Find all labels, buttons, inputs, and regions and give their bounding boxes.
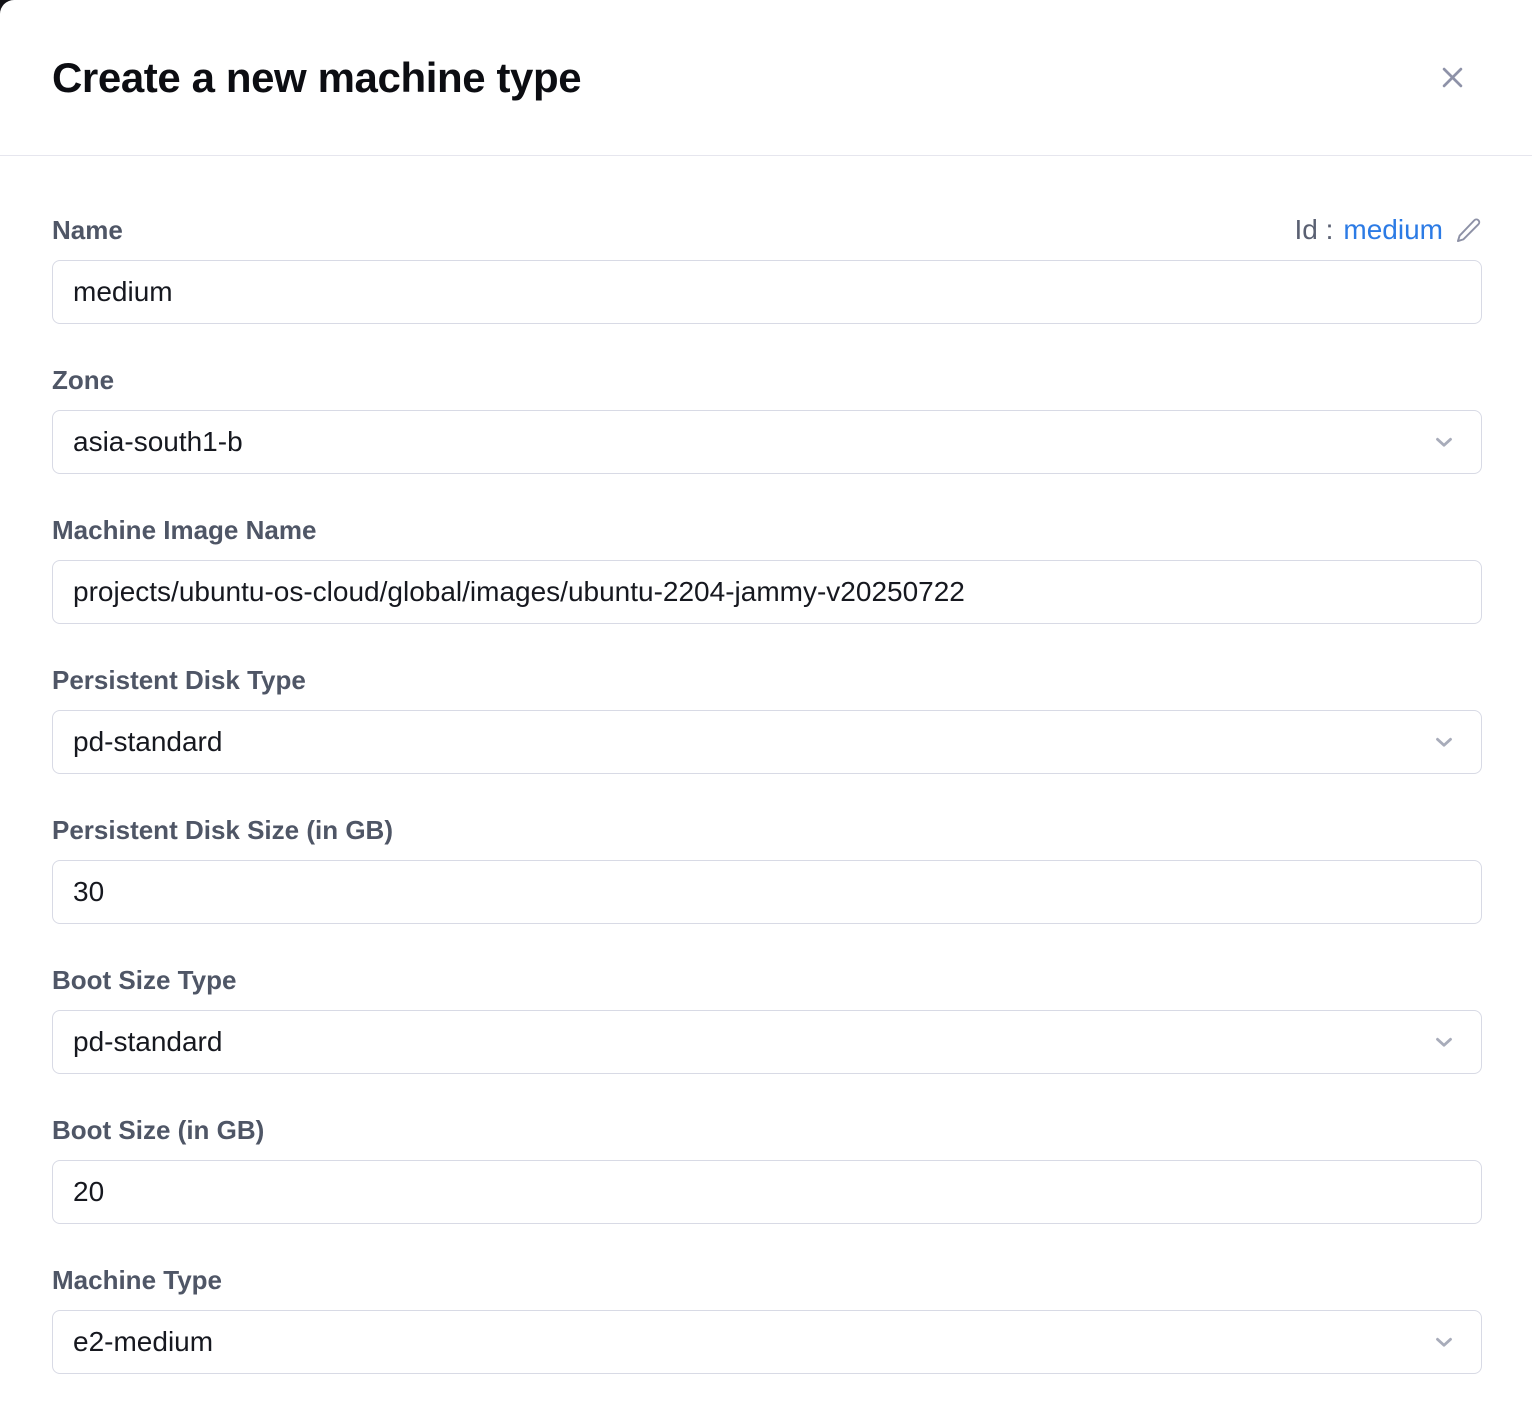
persistent-disk-type-label: Persistent Disk Type — [52, 665, 1482, 696]
field-group-machine-type: Machine Type e2-medium — [52, 1265, 1482, 1374]
zone-select[interactable]: asia-south1-b — [52, 410, 1482, 474]
boot-size-input[interactable] — [52, 1160, 1482, 1224]
field-group-name: Name Id : medium — [52, 214, 1482, 324]
field-group-zone: Zone asia-south1-b — [52, 365, 1482, 474]
boot-size-type-value: pd-standard — [73, 1026, 222, 1058]
field-group-machine-image-name: Machine Image Name — [52, 515, 1482, 624]
name-label: Name — [52, 215, 123, 246]
persistent-disk-type-select[interactable]: pd-standard — [52, 710, 1482, 774]
field-group-boot-size: Boot Size (in GB) — [52, 1115, 1482, 1224]
machine-type-label: Machine Type — [52, 1265, 1482, 1296]
machine-type-select[interactable]: e2-medium — [52, 1310, 1482, 1374]
id-display: Id : medium — [1294, 214, 1482, 246]
chevron-down-icon — [1431, 1329, 1457, 1355]
machine-image-name-input[interactable] — [52, 560, 1482, 624]
close-icon — [1437, 62, 1468, 93]
machine-type-value: e2-medium — [73, 1326, 213, 1358]
close-button[interactable] — [1430, 56, 1474, 100]
chevron-down-icon — [1431, 429, 1457, 455]
edit-id-button[interactable] — [1455, 217, 1482, 244]
pencil-icon — [1455, 217, 1482, 244]
boot-size-label: Boot Size (in GB) — [52, 1115, 1482, 1146]
id-prefix: Id : — [1294, 214, 1333, 246]
modal-title: Create a new machine type — [52, 54, 581, 102]
chevron-down-icon — [1431, 729, 1457, 755]
persistent-disk-size-input[interactable] — [52, 860, 1482, 924]
persistent-disk-size-label: Persistent Disk Size (in GB) — [52, 815, 1482, 846]
zone-select-value: asia-south1-b — [73, 426, 243, 458]
machine-image-name-label: Machine Image Name — [52, 515, 1482, 546]
name-input[interactable] — [52, 260, 1482, 324]
zone-label: Zone — [52, 365, 1482, 396]
create-machine-type-modal: Create a new machine type Name Id : medi… — [0, 0, 1532, 1412]
id-value[interactable]: medium — [1343, 214, 1443, 246]
chevron-down-icon — [1431, 1029, 1457, 1055]
field-group-persistent-disk-size: Persistent Disk Size (in GB) — [52, 815, 1482, 924]
boot-size-type-label: Boot Size Type — [52, 965, 1482, 996]
modal-header: Create a new machine type — [0, 0, 1532, 156]
persistent-disk-type-value: pd-standard — [73, 726, 222, 758]
field-group-persistent-disk-type: Persistent Disk Type pd-standard — [52, 665, 1482, 774]
boot-size-type-select[interactable]: pd-standard — [52, 1010, 1482, 1074]
field-group-boot-size-type: Boot Size Type pd-standard — [52, 965, 1482, 1074]
name-label-row: Name Id : medium — [52, 214, 1482, 246]
modal-body: Name Id : medium Zone — [0, 156, 1532, 1374]
